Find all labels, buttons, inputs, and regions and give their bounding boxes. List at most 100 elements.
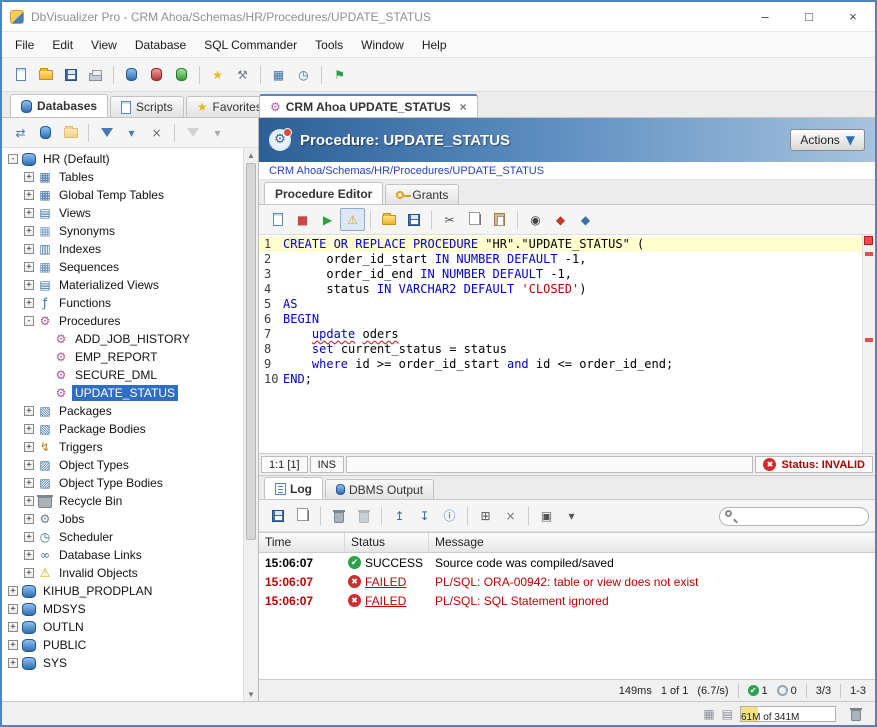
scroll-top-button[interactable]: ↥ [387,504,412,527]
search-input[interactable] [719,507,869,526]
menu-edit[interactable]: Edit [43,34,82,56]
expand-toggle-icon[interactable]: + [24,460,34,470]
column-time[interactable]: Time [259,533,345,552]
reset-columns-button[interactable]: × [498,504,523,527]
delete-row-button[interactable] [326,504,351,527]
expand-toggle-icon[interactable]: + [24,172,34,182]
menu-tools[interactable]: Tools [306,34,352,56]
expand-toggle-icon[interactable]: + [24,550,34,560]
table-grid-button[interactable]: ▦ [266,63,291,86]
tree-item-synonyms[interactable]: +▦Synonyms [2,222,243,240]
export-log-button[interactable] [265,504,290,527]
tail-log-button[interactable]: ↧ [412,504,437,527]
tree-item-jobs[interactable]: +⚙Jobs [2,510,243,528]
expand-toggle-icon[interactable]: + [24,226,34,236]
tree-item-secure-dml[interactable]: +⚙SECURE_DML [2,366,243,384]
open-folder-button[interactable] [33,63,58,86]
log-info-button[interactable]: ⓘ [437,504,462,527]
tree-item-recycle-bin[interactable]: +Recycle Bin [2,492,243,510]
tree-item-public[interactable]: +PUBLIC [2,636,243,654]
options-dropdown-button[interactable]: ▾ [559,504,584,527]
fit-columns-button[interactable]: ⊞ [473,504,498,527]
tree-item-hr-default[interactable]: -HR (Default) [2,150,243,168]
tree-item-add-job-history[interactable]: +⚙ADD_JOB_HISTORY [2,330,243,348]
debug-compile-button[interactable]: ◆ [573,208,598,231]
tree-item-procedures[interactable]: -⚙Procedures [2,312,243,330]
add-connection-button[interactable] [169,63,194,86]
copy-log-button[interactable] [290,504,315,527]
expand-toggle-icon[interactable]: + [24,190,34,200]
scroll-thumb[interactable] [246,163,256,540]
tab-procedure-editor[interactable]: Procedure Editor [264,182,383,204]
execute-button[interactable]: ▶ [315,208,340,231]
expand-toggle-icon[interactable]: + [8,586,18,596]
paste-button[interactable] [487,208,512,231]
disconnect-button[interactable] [144,63,169,86]
tree-item-invalid-objects[interactable]: +⚠Invalid Objects [2,564,243,582]
tree-item-outln[interactable]: +OUTLN [2,618,243,636]
filter-button[interactable] [94,121,119,144]
tab-close-icon[interactable]: × [460,100,467,114]
create-connection-button[interactable] [33,121,58,144]
log-row[interactable]: 15:06:07FAILEDPL/SQL: SQL Statement igno… [259,591,875,610]
scroll-down-icon[interactable]: ▼ [247,687,255,701]
tree-item-functions[interactable]: +ƒFunctions [2,294,243,312]
garbage-collect-button[interactable] [843,702,868,725]
expand-toggle-icon[interactable]: + [24,406,34,416]
expand-toggle-icon[interactable]: + [24,262,34,272]
procedure-editor[interactable]: 1CREATE OR REPLACE PROCEDURE "HR"."UPDAT… [259,235,875,453]
tab-dbms-output[interactable]: DBMS Output [325,479,434,499]
tree-item-views[interactable]: +▤Views [2,204,243,222]
connect-button[interactable] [119,63,144,86]
schedule-clock-button[interactable]: ◷ [291,63,316,86]
tree-item-mdsys[interactable]: +MDSYS [2,600,243,618]
expand-toggle-icon[interactable]: + [24,244,34,254]
menu-window[interactable]: Window [352,34,413,56]
new-file-button[interactable] [8,63,33,86]
tree-item-database-links[interactable]: +∞Database Links [2,546,243,564]
tree-item-sequences[interactable]: +▦Sequences [2,258,243,276]
filter-dropdown-button[interactable]: ▾ [119,121,144,144]
tree-item-materialized-views[interactable]: +▤Materialized Views [2,276,243,294]
expand-toggle-icon[interactable]: + [8,640,18,650]
text-view-icon[interactable]: ▤ [722,708,733,720]
log-row[interactable]: 15:06:07SUCCESSSource code was compiled/… [259,553,875,572]
collapse-toggle-icon[interactable]: - [8,154,18,164]
error-stripe[interactable] [862,235,875,453]
favorites-star-button[interactable]: ★ [205,63,230,86]
tree-item-update-status[interactable]: +⚙UPDATE_STATUS [2,384,243,402]
stop-button[interactable]: ■ [290,208,315,231]
menu-sql-commander[interactable]: SQL Commander [195,34,306,56]
tree-item-object-type-bodies[interactable]: +▨Object Type Bodies [2,474,243,492]
object-tab[interactable]: ⚙ CRM Ahoa UPDATE_STATUS × [259,94,478,117]
menu-view[interactable]: View [82,34,126,56]
run-flag-button[interactable]: ⚑ [327,63,352,86]
create-folder-button[interactable] [58,121,83,144]
tree-item-indexes[interactable]: +▥Indexes [2,240,243,258]
tree-item-packages[interactable]: +▧Packages [2,402,243,420]
tools-button[interactable]: ⚒ [230,63,255,86]
close-button[interactable]: × [831,2,875,31]
export-save-button[interactable] [401,208,426,231]
grid-view-icon[interactable]: ▦ [703,708,714,720]
expand-toggle-icon[interactable]: + [24,568,34,578]
scroll-track[interactable] [244,162,258,687]
print-button[interactable] [83,63,108,86]
show-warnings-button[interactable]: ⚠ [340,208,365,231]
new-procedure-button[interactable] [265,208,290,231]
tab-log[interactable]: Log [264,477,323,499]
log-row[interactable]: 15:06:07FAILEDPL/SQL: ORA-00942: table o… [259,572,875,591]
swap-connections-button[interactable]: ⇄ [8,121,33,144]
tree-item-package-bodies[interactable]: +▧Package Bodies [2,420,243,438]
tab-databases[interactable]: Databases [10,94,108,117]
scroll-up-icon[interactable]: ▲ [247,148,255,162]
expand-toggle-icon[interactable]: + [24,298,34,308]
view-options-button[interactable]: ▣ [534,504,559,527]
expand-toggle-icon[interactable]: + [8,622,18,632]
expand-toggle-icon[interactable]: + [24,424,34,434]
menu-database[interactable]: Database [126,34,195,56]
tree-item-sys[interactable]: +SYS [2,654,243,672]
cut-button[interactable]: ✂ [437,208,462,231]
find-replace-button[interactable]: ◉ [523,208,548,231]
expand-toggle-icon[interactable]: + [24,442,34,452]
